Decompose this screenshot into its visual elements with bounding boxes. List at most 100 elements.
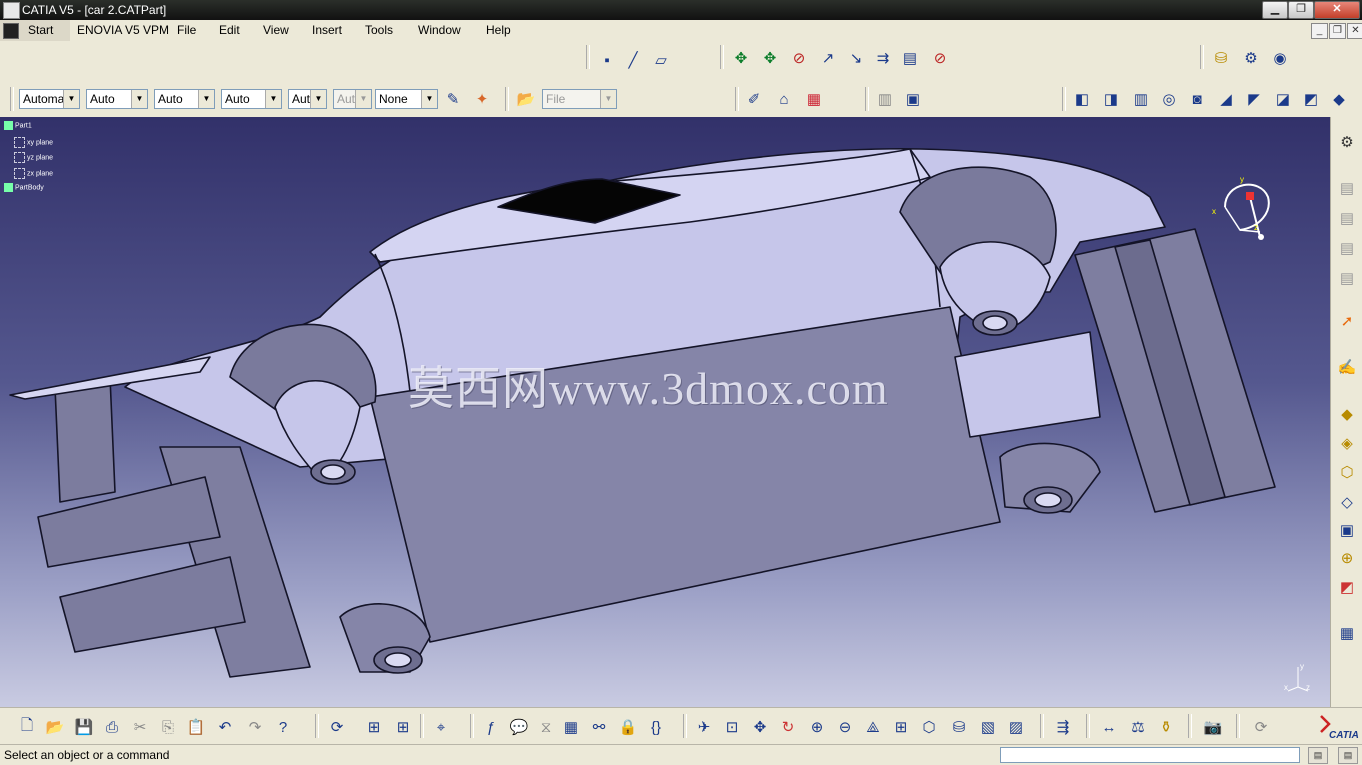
boolean-icon[interactable]: ▦ [1336, 622, 1358, 644]
solid-combine-icon[interactable]: ◆ [1328, 88, 1350, 110]
compass[interactable]: y x z [1210, 172, 1280, 242]
zoom-out-icon[interactable]: ⊖ [834, 716, 856, 738]
tree-item-zx-plane[interactable]: zx plane [4, 167, 53, 184]
measure-item-icon[interactable]: ⚖ [1127, 716, 1149, 738]
mdi-close-button[interactable]: ✕ [1347, 23, 1362, 39]
rib-icon[interactable]: ◢ [1215, 88, 1237, 110]
parameters-icon[interactable]: ⇶ [1052, 716, 1074, 738]
menu-tools[interactable]: Tools [365, 23, 393, 37]
dropdown-arrow-icon[interactable]: ▼ [310, 90, 326, 108]
paint-bucket-icon[interactable]: ✦ [471, 88, 493, 110]
open-folder-icon[interactable]: 📂 [515, 88, 537, 110]
line-icon[interactable]: ╱ [622, 49, 644, 71]
no-icon[interactable]: ⊘ [929, 47, 951, 69]
menu-enovia[interactable]: ENOVIA V5 VPM [77, 23, 169, 37]
formula-icon[interactable]: ƒ [480, 716, 502, 738]
annotation-icon[interactable]: ▦ [803, 88, 825, 110]
table-icon[interactable]: ▦ [560, 716, 582, 738]
menu-start[interactable]: Start [28, 23, 53, 37]
slot-icon[interactable]: ◤ [1243, 88, 1265, 110]
painter-icon[interactable]: ✎ [442, 88, 464, 110]
menu-help[interactable]: Help [486, 23, 511, 37]
menu-insert[interactable]: Insert [312, 23, 342, 37]
specification-tree[interactable]: Part1 xy plane yz plane zx plane PartBod… [4, 121, 53, 199]
draft-icon[interactable]: ◇ [1336, 491, 1358, 513]
measure-between-icon[interactable]: ↔ [1098, 716, 1120, 738]
tree-item-yz-plane[interactable]: yz plane [4, 152, 53, 168]
scaling-icon[interactable]: ▤ [899, 47, 921, 69]
rotate-view-icon[interactable]: ↻ [777, 716, 799, 738]
translate-icon[interactable]: ✥ [730, 47, 752, 69]
fit-icon[interactable]: ⌖ [430, 716, 452, 738]
fit-all-icon[interactable]: ⊡ [721, 716, 743, 738]
save-icon[interactable]: 💾 [73, 716, 95, 738]
catalog-icon[interactable]: ⚙ [1240, 47, 1262, 69]
shading-icon[interactable]: ⛁ [948, 716, 970, 738]
graphic-properties-combo-1[interactable]: Automa ▼ [19, 89, 80, 109]
close-button[interactable]: ✕ [1314, 1, 1360, 19]
groove-icon[interactable]: ◎ [1158, 88, 1180, 110]
menu-view[interactable]: View [263, 23, 289, 37]
dropdown-arrow-icon[interactable]: ▼ [63, 90, 79, 108]
dropdown-arrow-icon[interactable]: ▼ [265, 90, 281, 108]
status-button-2[interactable]: ▤ [1338, 747, 1358, 764]
dropdown-arrow-icon[interactable]: ▼ [600, 90, 616, 108]
knowledge-icon[interactable]: ⚯ [588, 716, 610, 738]
command-input[interactable] [1000, 747, 1300, 763]
menu-window[interactable]: Window [418, 23, 461, 37]
symmetry-icon[interactable]: ⊘ [788, 47, 810, 69]
dress-up-icon[interactable]: ◆ [1336, 403, 1358, 425]
mdi-minimize-button[interactable]: _ [1311, 23, 1328, 39]
file-combo[interactable]: File ▼ [542, 89, 617, 109]
minimize-button[interactable]: ▁ [1262, 1, 1288, 19]
start-menu[interactable]: Start [0, 20, 70, 41]
chamfer-icon[interactable]: ⬡ [1336, 461, 1358, 483]
flag-note-icon[interactable]: ⌂ [773, 88, 795, 110]
undo-icon[interactable]: ↶ [214, 716, 236, 738]
capture-icon[interactable]: 📷 [1202, 716, 1224, 738]
plane-icon[interactable]: ▱ [650, 49, 672, 71]
graphic-properties-combo-5[interactable]: Aut ▼ [288, 89, 327, 109]
print-icon[interactable]: ⎙ [101, 716, 123, 738]
material-icon[interactable]: ◉ [1269, 47, 1291, 69]
grid-icon[interactable]: ⊞ [392, 716, 414, 738]
pad-icon[interactable]: ◧ [1071, 88, 1093, 110]
corner-icon[interactable]: ↘ [845, 47, 867, 69]
multi-view-icon[interactable]: ⊞ [890, 716, 912, 738]
pocket-icon[interactable]: ◨ [1100, 88, 1122, 110]
sketcher-icon[interactable]: ✍ [1336, 356, 1358, 378]
gear-icon[interactable]: ⚙ [1336, 131, 1358, 153]
shell-icon[interactable]: ▣ [1336, 519, 1358, 541]
tree-item-partbody[interactable]: PartBody [4, 183, 53, 199]
mdi-restore-button[interactable]: ❐ [1329, 23, 1346, 39]
3d-viewport[interactable]: Part1 xy plane yz plane zx plane PartBod… [0, 117, 1330, 707]
thread-icon[interactable]: ◩ [1336, 576, 1358, 598]
axis-to-axis-icon[interactable]: ↗ [817, 47, 839, 69]
dropdown-arrow-icon[interactable]: ▼ [131, 90, 147, 108]
catia-app-icon[interactable] [3, 2, 20, 19]
hide-show-icon[interactable]: ▧ [977, 716, 999, 738]
mass-icon[interactable]: ⚱ [1155, 716, 1177, 738]
graphic-properties-combo-4[interactable]: Auto ▼ [221, 89, 282, 109]
comment-icon[interactable]: 💬 [508, 716, 530, 738]
tree-item-part1[interactable]: Part1 [4, 121, 53, 137]
tree-item-xy-plane[interactable]: xy plane [4, 136, 53, 153]
constraint-icon[interactable]: ⊞ [363, 716, 385, 738]
hole-icon[interactable]: ◙ [1186, 88, 1208, 110]
graphic-properties-combo-3[interactable]: Auto ▼ [154, 89, 215, 109]
graphic-properties-combo-7[interactable]: None ▼ [375, 89, 438, 109]
zoom-in-icon[interactable]: ⊕ [806, 716, 828, 738]
iso-view-icon[interactable]: ⬡ [918, 716, 940, 738]
new-icon[interactable]: 🗋 [16, 716, 38, 738]
pan-icon[interactable]: ✥ [749, 716, 771, 738]
dropdown-arrow-icon[interactable]: ▼ [198, 90, 214, 108]
fillet-icon[interactable]: ◈ [1336, 432, 1358, 454]
menu-file[interactable]: File [177, 23, 196, 37]
update-icon[interactable]: ⟳ [326, 716, 348, 738]
dropdown-arrow-icon[interactable]: ▼ [421, 90, 437, 108]
shaft-icon[interactable]: ▥ [1130, 88, 1152, 110]
thickness-icon[interactable]: ⊕ [1336, 547, 1358, 569]
rule-icon[interactable]: {} [645, 716, 667, 738]
whats-this-icon[interactable]: ? [272, 716, 294, 738]
swap-visible-icon[interactable]: ▨ [1005, 716, 1027, 738]
